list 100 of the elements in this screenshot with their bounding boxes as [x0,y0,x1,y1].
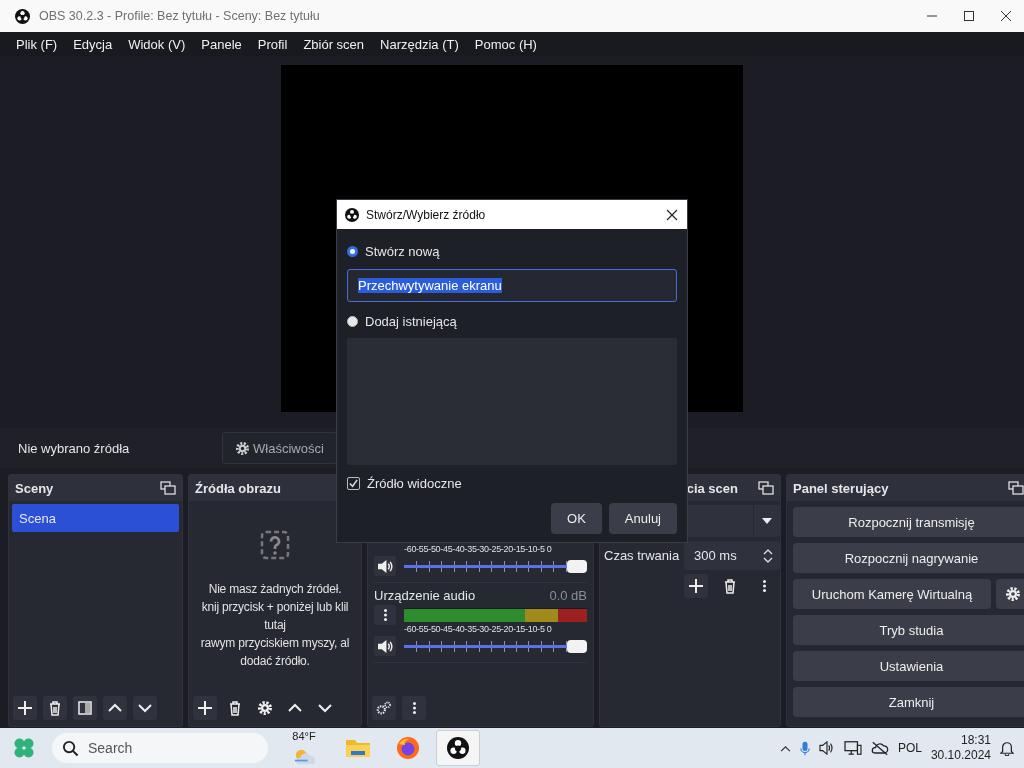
volume-slider[interactable] [404,639,587,653]
radio-label: Dodaj istniejącą [365,313,457,329]
window-title: OBS 30.2.3 - Profile: Bez tytułu - Sceny: Bez tytułu [39,9,320,23]
volume-slider[interactable] [404,559,587,573]
dots-icon [761,578,767,594]
radio-button[interactable] [347,315,358,327]
empty-hint-line: knij przycisk + poniżej lub klil [201,599,349,616]
obs-logo-icon [15,8,30,24]
source-status: Nie wybrano źródła [18,440,131,456]
close-icon [999,10,1012,22]
panel-title: Sceny [15,480,54,496]
maximize-icon [962,10,975,22]
search-icon [62,739,79,757]
gears-icon [376,700,392,716]
mute-button[interactable] [374,556,396,576]
language-button[interactable]: POL [897,741,922,755]
dots-icon [411,700,417,716]
question-icon [260,530,290,560]
settings-button[interactable] [996,579,1024,609]
move-down-button[interactable] [133,696,157,720]
ok-button[interactable]: OK [551,503,602,534]
volume-reading: 0.0 dB [549,588,587,603]
filters-button[interactable] [73,696,97,720]
cloud-icon[interactable] [870,740,889,756]
name-field[interactable]: Przechwytywanie ekranu [347,269,677,302]
duration-field[interactable]: 300 ms [684,541,780,570]
speaker-icon [376,558,394,574]
meter-scale: -60-55-50-45-40-35-30-25-20-15-10-5 0 [403,624,553,635]
chevron-up-icon [779,744,791,752]
control-button[interactable]: Rozpocznij nagrywanie [793,543,1024,573]
gear-icon [257,700,273,716]
panel-title: cia scen [686,480,738,496]
browser-icon [396,736,420,760]
flower-icon [13,737,35,759]
menu-item[interactable]: Plik (F) [8,36,66,52]
speaker-icon [376,638,394,654]
scene-item[interactable]: Scena [12,504,179,532]
float-button[interactable] [758,481,774,495]
panel-title: Źródła obrazu [195,480,281,496]
menu-item[interactable]: Profil [249,36,296,52]
search-field[interactable]: Search [52,733,268,763]
close-icon [666,208,678,221]
control-button[interactable]: Rozpocznij transmisję [793,507,1024,537]
show-hidden-icons-button[interactable] [779,744,791,752]
move-up-button[interactable] [103,696,127,720]
empty-hint-line: rawym przyciskiem myszy, al [200,635,350,652]
channel-name: Urządzenie audio [374,588,476,603]
weather-button[interactable]: 84°F [286,730,322,766]
meter-scale: -60-55-50-45-40-35-30-25-20-15-10-5 0 [403,544,553,555]
menu-item[interactable]: Panele [193,36,250,52]
clock-button[interactable]: 18:31 30.10.2024 [930,733,991,763]
add-button[interactable] [13,696,37,720]
add-button[interactable] [193,696,217,720]
more-button[interactable] [374,605,396,625]
gear-icon [235,440,250,456]
duration-label: Czas trwania [604,548,680,563]
more-button[interactable] [402,696,426,720]
control-button[interactable]: Ustawienia [793,651,1024,681]
dots-icon [382,608,388,622]
float-button[interactable] [1008,481,1024,495]
advanced-audio-button[interactable] [372,696,396,720]
network-icon[interactable] [843,740,862,756]
empty-hint-line: dodać źródło. [240,653,310,670]
properties-button[interactable]: Właściwości [222,432,337,464]
obs-app-button[interactable] [436,730,480,766]
delete-button[interactable] [43,696,67,720]
trash-icon [47,700,63,716]
mute-button[interactable] [374,636,396,656]
folder-icon [345,737,371,759]
radio-button[interactable] [347,245,358,257]
obs-logo-icon [447,737,469,759]
microphone-icon[interactable] [799,739,810,757]
plus-icon [688,578,704,594]
trash-icon [722,578,738,594]
start-button[interactable] [12,736,36,760]
bell-icon[interactable] [1000,740,1014,756]
add-button[interactable] [684,574,708,598]
radio-label: Stwórz nową [365,243,440,259]
menu-item[interactable]: Zbiór scen [295,36,373,52]
menu-item[interactable]: Edycja [65,36,121,52]
menu-item[interactable]: Pomoc (H) [466,36,545,52]
empty-hint-line: Nie masz żadnych źródeł. [208,581,342,598]
speaker-icon[interactable] [818,741,835,755]
menu-item[interactable]: Widok (V) [120,36,194,52]
gear-icon [1005,586,1021,602]
obs-logo-icon [345,207,359,222]
cancel-button[interactable]: Anuluj [608,503,677,534]
caret-icon [762,518,772,524]
control-button[interactable]: Tryb studia [793,615,1024,645]
empty-hint-line: tutaj [264,617,286,634]
control-button[interactable]: Zamknij [793,687,1024,717]
trash-icon [227,700,243,716]
dialog-title: Stwórz/Wybierz źródło [366,207,486,222]
spin-arrows-icon [763,547,773,564]
checkbox[interactable] [347,476,360,490]
filter-icon [77,700,93,716]
control-button[interactable]: Uruchom Kamerę Wirtualną [793,579,991,609]
menu-item[interactable]: Narzędzia (T) [372,36,467,52]
float-button[interactable] [160,481,176,495]
plus-icon [17,700,33,716]
